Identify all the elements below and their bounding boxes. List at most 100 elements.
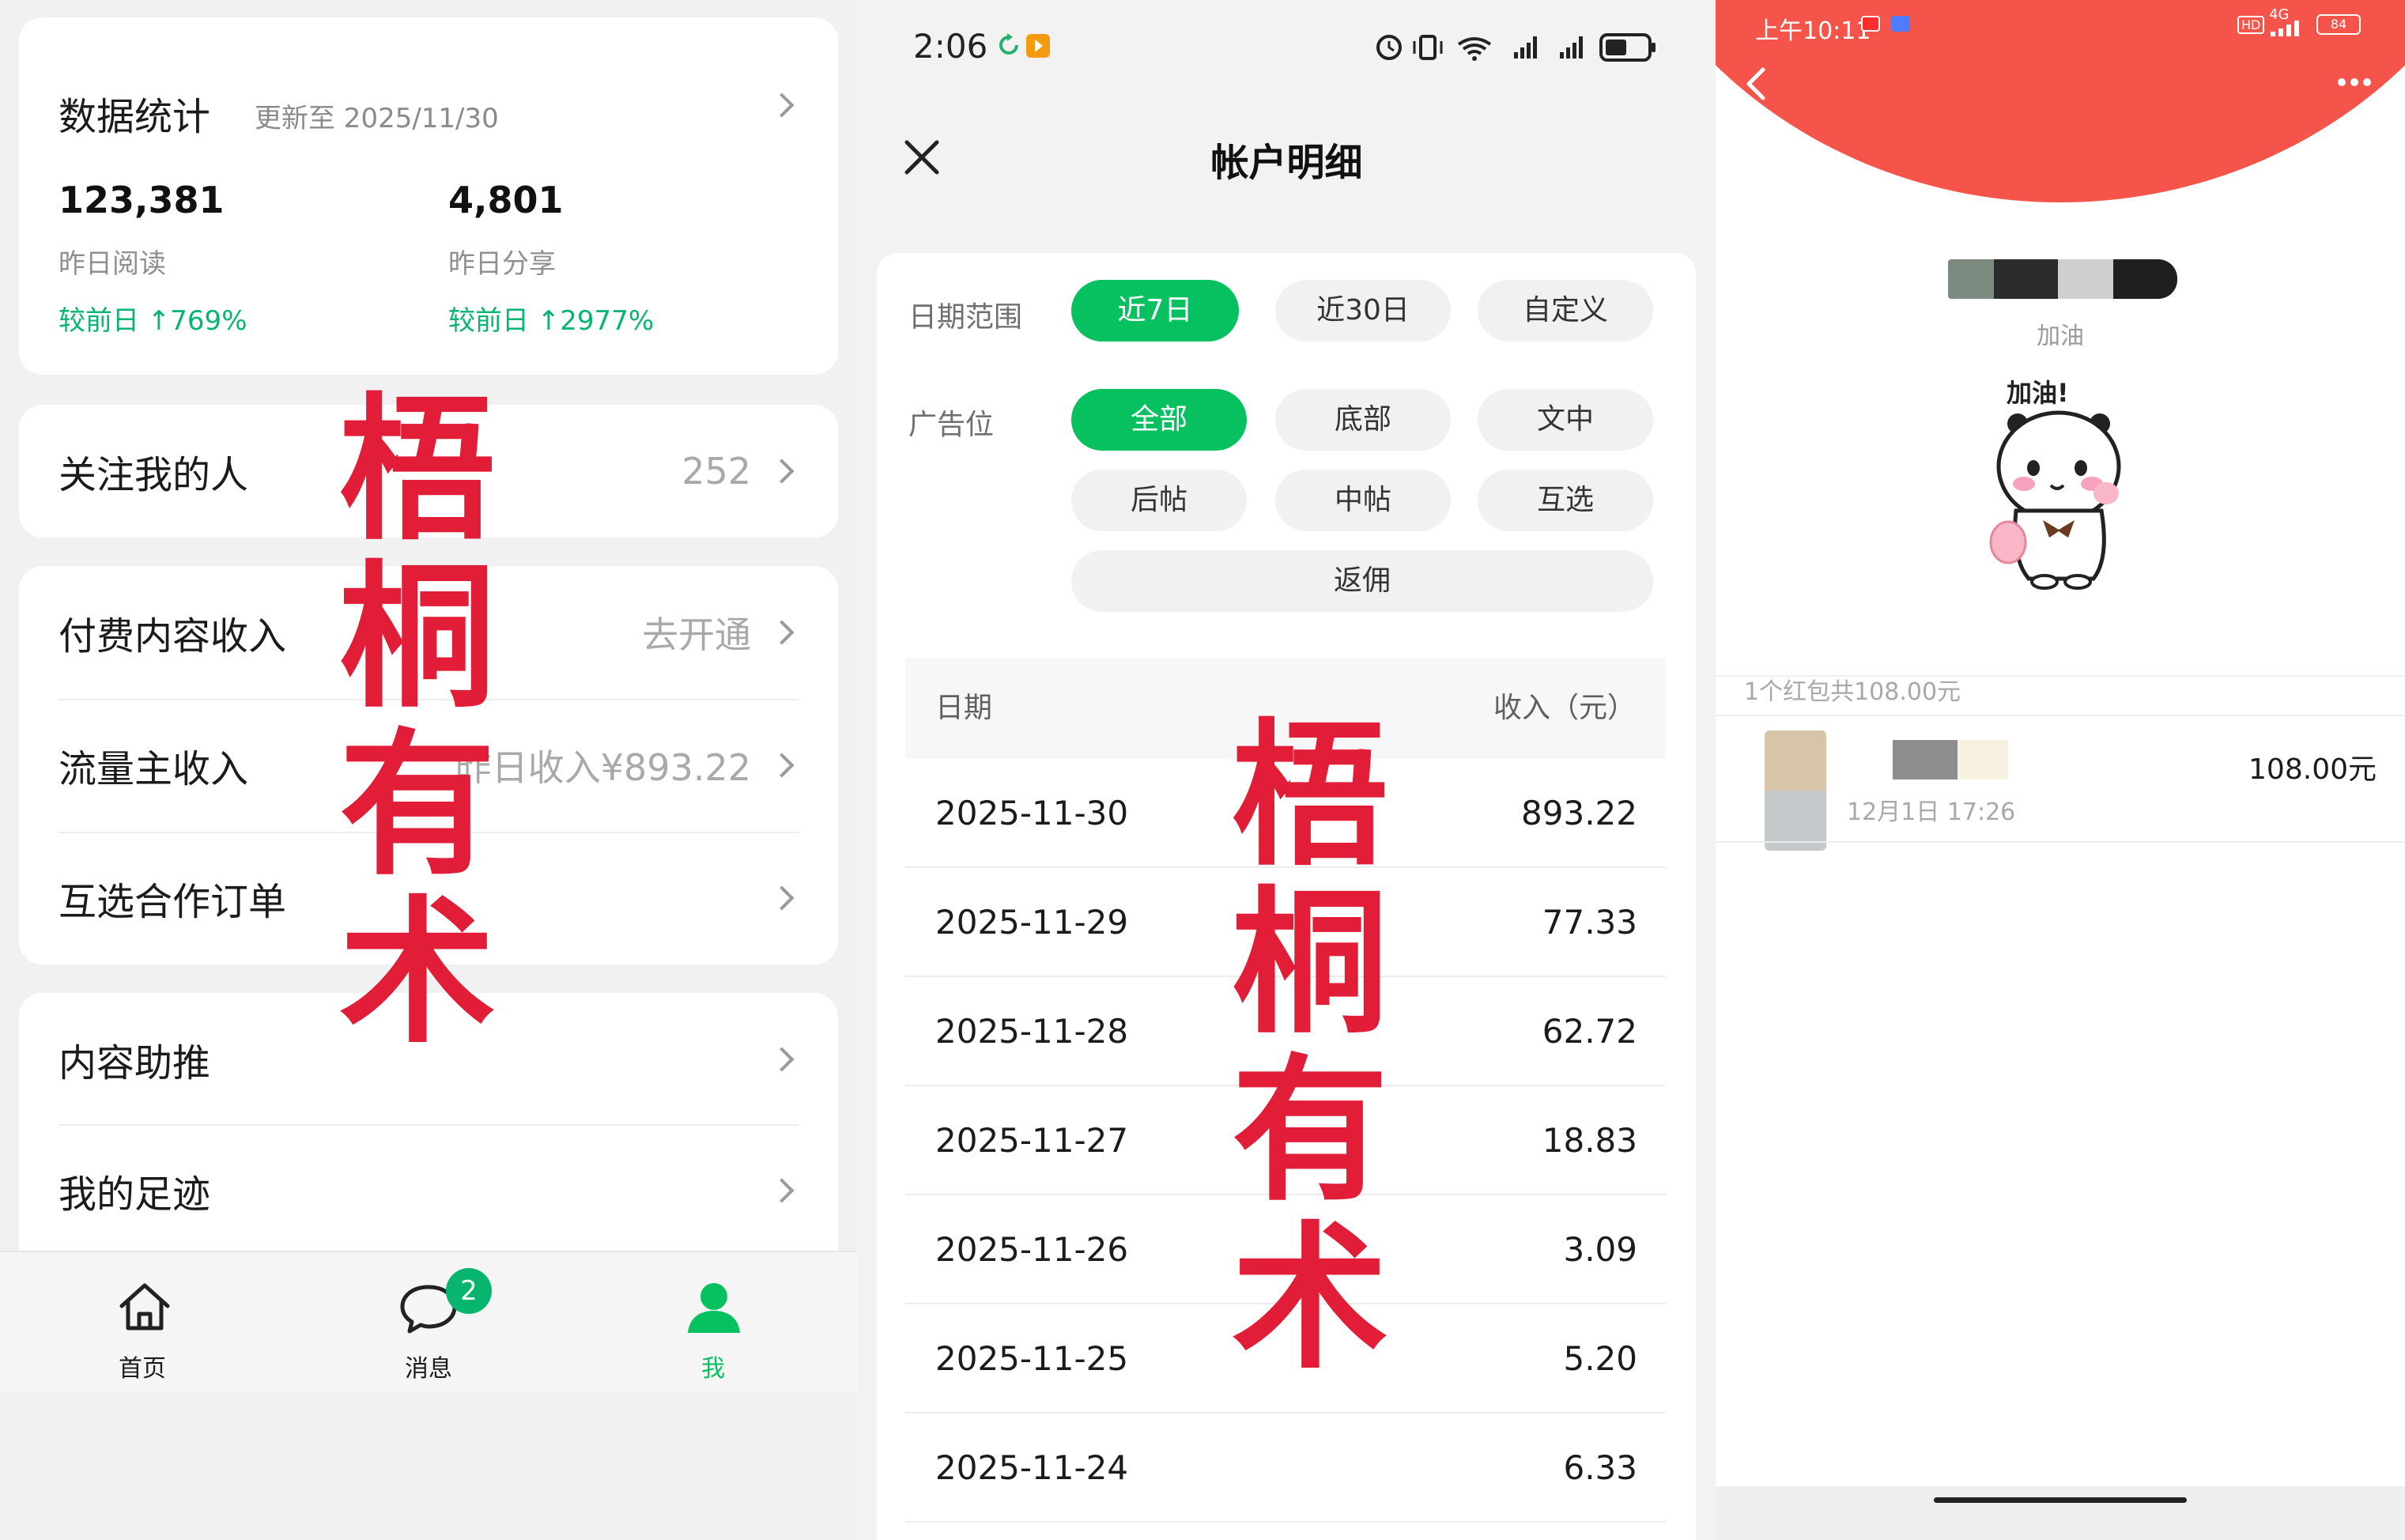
footprint-row[interactable]: 我的足迹	[19, 1124, 838, 1257]
tab-me[interactable]: 我	[634, 1252, 792, 1395]
sender-avatar	[1948, 259, 2177, 299]
chip-mutual-select[interactable]: 互选	[1478, 470, 1653, 531]
hd-icon: HD	[2237, 16, 2265, 34]
tab-messages-label: 消息	[405, 1355, 452, 1383]
back-icon[interactable]	[1744, 66, 1766, 101]
row-income: 62.72	[1542, 1012, 1637, 1051]
followers-row[interactable]: 关注我的人 252	[19, 405, 838, 538]
table-row: 2025-11-29 77.33	[905, 868, 1666, 977]
row-date: 2025-11-25	[935, 1339, 1129, 1378]
ad-slot-label: 广告位	[908, 409, 995, 441]
chip-after-post[interactable]: 后帖	[1071, 470, 1247, 531]
chip-custom[interactable]: 自定义	[1478, 280, 1653, 342]
paid-content-label: 付费内容收入	[59, 614, 287, 659]
paid-content-row[interactable]: 付费内容收入 去开通	[19, 566, 838, 699]
income-card: 付费内容收入 去开通 流量主收入 昨日收入¥893.22 互选合作订单	[19, 566, 838, 964]
row-date: 2025-11-29	[935, 903, 1129, 942]
chip-in-article[interactable]: 文中	[1478, 389, 1653, 451]
content-promo-label: 内容助推	[59, 1041, 211, 1085]
traffic-income-row[interactable]: 流量主收入 昨日收入¥893.22	[19, 699, 838, 832]
coop-orders-row[interactable]: 互选合作订单	[19, 832, 838, 964]
receiver-name-blurred	[1893, 740, 1958, 779]
row-income: 893.22	[1521, 794, 1637, 832]
red-packet-summary: 1个红包共108.00元	[1744, 678, 1961, 706]
row-income: 6.33	[1563, 1448, 1637, 1487]
read-change: 较前日 ↑769%	[59, 305, 247, 337]
row-date: 2025-11-24	[935, 1448, 1129, 1487]
followers-count: 252	[681, 450, 751, 493]
sync-icon	[999, 33, 1018, 55]
chip-mid-post[interactable]: 中帖	[1275, 470, 1451, 531]
chevron-right-icon	[769, 1178, 795, 1203]
page-title: 帐户明细	[1210, 141, 1363, 185]
table-row: 2025-11-25 5.20	[905, 1304, 1666, 1414]
table-row: 2025-11-27 18.83	[905, 1086, 1666, 1195]
stats-updated: 更新至 2025/11/30	[255, 103, 499, 134]
receiver-avatar	[1765, 730, 1826, 851]
chevron-right-icon	[769, 753, 795, 778]
sticker-text: 加油!	[2007, 378, 2069, 408]
footprint-label: 我的足迹	[59, 1172, 211, 1217]
home-indicator[interactable]	[1934, 1497, 2187, 1503]
system-status-icons	[1376, 33, 1656, 62]
status-time: 2:06	[913, 27, 988, 66]
row-date: 2025-11-27	[935, 1121, 1129, 1160]
coop-orders-label: 互选合作订单	[59, 880, 287, 924]
column-date: 日期	[935, 692, 993, 724]
paid-content-status: 去开通	[642, 613, 751, 656]
notification-icon	[1861, 16, 1880, 32]
user-icon	[688, 1283, 740, 1333]
account-detail-panel: 2:06 帐户明细 日期范围 近7日 近30日 自定义 广告位 全部 底部 文中…	[858, 0, 1716, 1540]
table-header: 日期 收入（元）	[905, 658, 1666, 759]
more-icon[interactable]	[2335, 73, 2373, 92]
notification-icon	[1891, 16, 1910, 32]
chip-last-30-days[interactable]: 近30日	[1275, 280, 1451, 342]
bear-sticker-icon: 加油!	[1989, 378, 2121, 590]
received-time: 12月1日 17:26	[1847, 798, 2016, 826]
traffic-income-label: 流量主收入	[59, 747, 249, 791]
tab-home-label: 首页	[119, 1355, 166, 1383]
red-packet-panel: 上午10:11 HD 4G 84 加油 加油! 1个红包共108.00元 108…	[1716, 0, 2405, 1540]
status-time: 上午10:11	[1755, 17, 1871, 45]
greeting-message: 加油	[2037, 323, 2084, 350]
tab-me-label: 我	[701, 1355, 725, 1383]
stats-title: 数据统计	[59, 95, 211, 139]
chevron-right-icon	[769, 92, 795, 118]
read-label: 昨日阅读	[59, 248, 166, 280]
tab-home[interactable]: 首页	[63, 1252, 221, 1395]
row-income: 5.20	[1563, 1339, 1637, 1378]
column-income: 收入（元）	[1493, 692, 1636, 724]
app-notification-icon	[1026, 34, 1050, 58]
bottom-area	[1716, 1486, 2405, 1540]
row-date: 2025-11-30	[935, 794, 1129, 832]
chip-last-7-days[interactable]: 近7日	[1071, 280, 1239, 342]
battery-level: 84	[2316, 14, 2361, 35]
chip-bottom[interactable]: 底部	[1275, 389, 1451, 451]
tab-messages[interactable]: 2 消息	[349, 1252, 508, 1395]
followers-card: 关注我的人 252	[19, 405, 838, 538]
chevron-right-icon	[769, 459, 795, 484]
unread-badge: 2	[446, 1268, 492, 1314]
stats-card[interactable]: 数据统计 更新至 2025/11/30 123,381 昨日阅读 较前日 ↑76…	[19, 17, 838, 375]
row-date: 2025-11-26	[935, 1230, 1129, 1269]
row-income: 3.09	[1563, 1230, 1637, 1269]
chip-rebate[interactable]: 返佣	[1071, 550, 1653, 612]
share-count: 4,801	[448, 179, 564, 221]
share-label: 昨日分享	[448, 248, 556, 280]
read-count: 123,381	[59, 179, 225, 221]
chevron-right-icon	[769, 620, 795, 645]
signal-icon	[2271, 21, 2299, 36]
table-row: 2025-11-28 62.72	[905, 977, 1666, 1086]
chip-all[interactable]: 全部	[1071, 389, 1247, 451]
traffic-income-value: 昨日收入¥893.22	[455, 746, 751, 789]
bottom-tab-bar: 首页 2 消息 我	[0, 1251, 858, 1393]
row-income: 18.83	[1542, 1121, 1637, 1160]
share-change: 较前日 ↑2977%	[448, 305, 655, 337]
divider	[1716, 841, 2405, 843]
content-promo-row[interactable]: 内容助推	[19, 993, 838, 1126]
row-date: 2025-11-28	[935, 1012, 1129, 1051]
creator-dashboard-panel: 数据统计 更新至 2025/11/30 123,381 昨日阅读 较前日 ↑76…	[0, 0, 858, 1540]
chevron-right-icon	[769, 885, 795, 911]
table-row: 2025-11-26 3.09	[905, 1195, 1666, 1304]
received-amount: 108.00元	[2248, 753, 2377, 786]
